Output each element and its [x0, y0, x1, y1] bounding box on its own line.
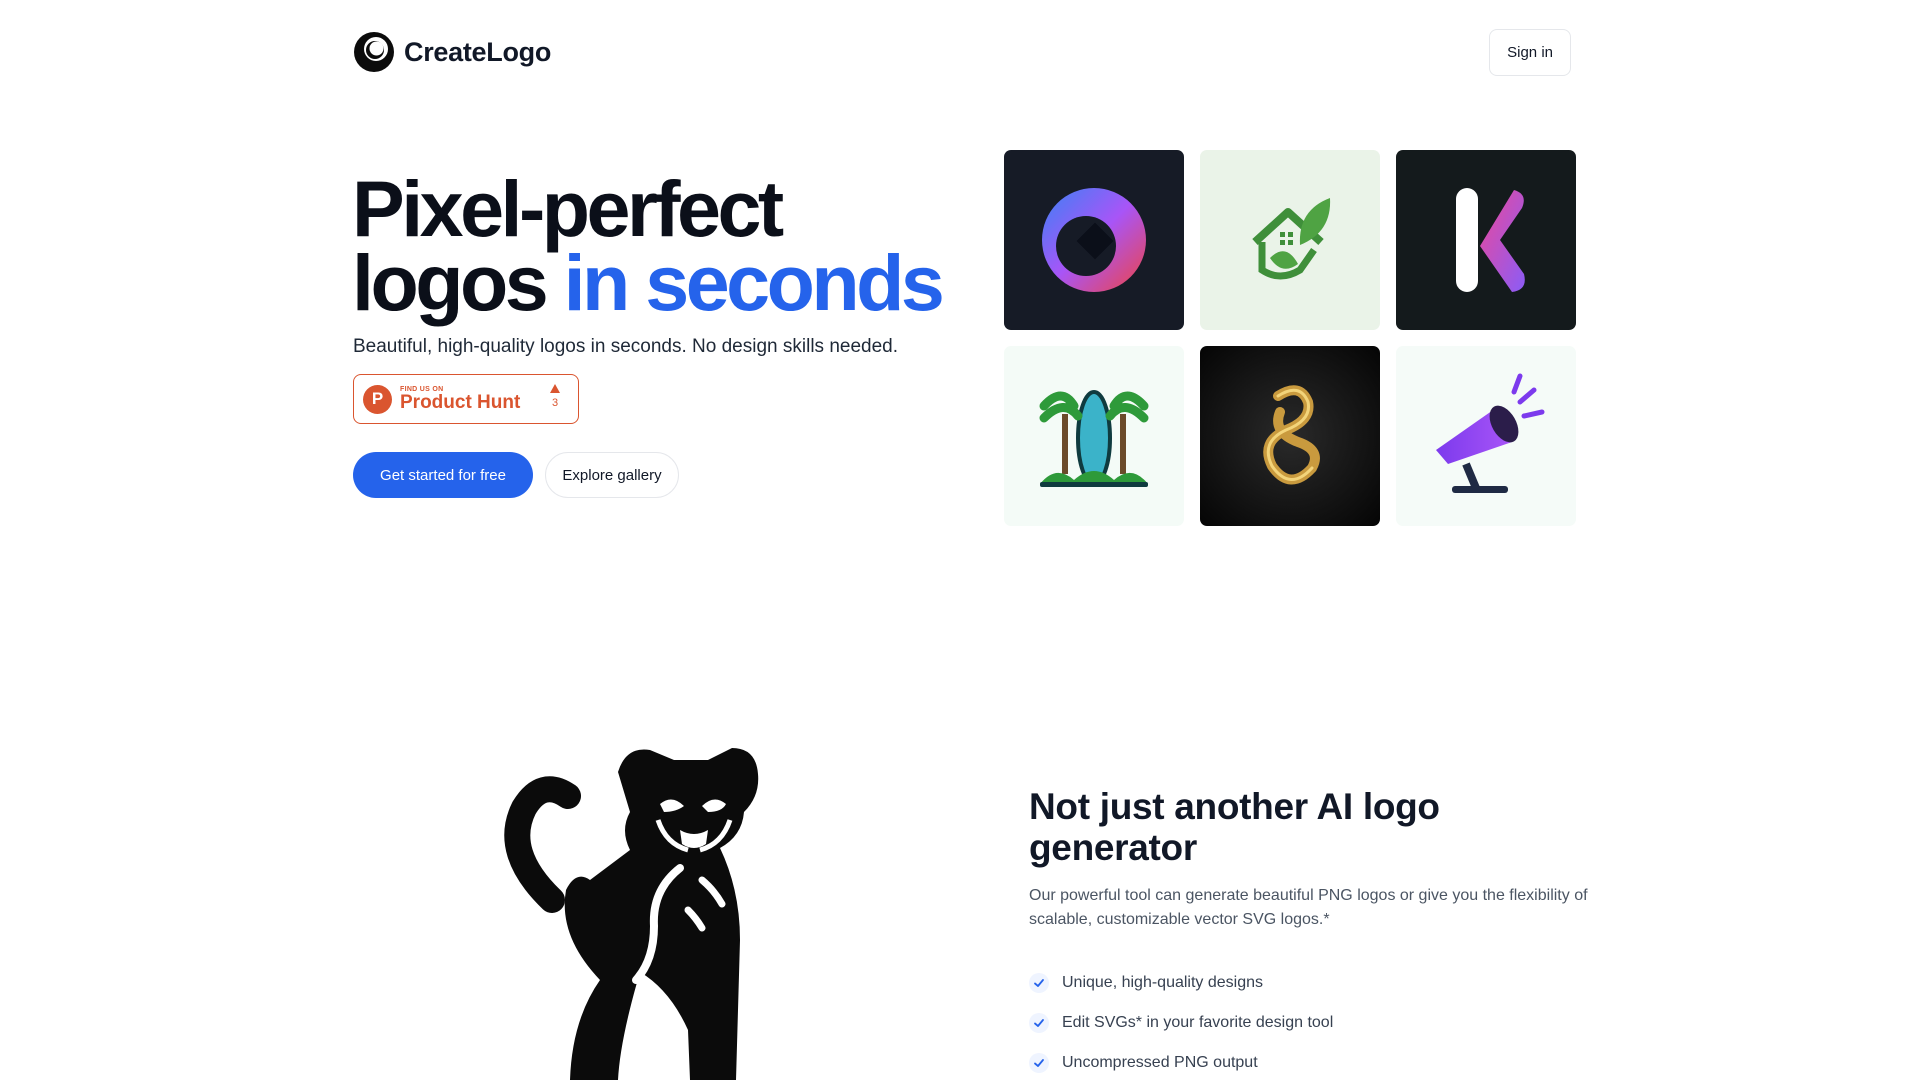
product-hunt-badge[interactable]: P FIND US ON Product Hunt 3	[353, 374, 579, 424]
hero-title-line2: logos	[352, 238, 564, 327]
upvote-arrow-icon	[550, 384, 560, 393]
features-title: Not just another AI logo generator	[1029, 786, 1440, 868]
brand-name: CreateLogo	[404, 36, 552, 67]
sign-in-button[interactable]: Sign in	[1489, 28, 1571, 76]
product-hunt-votes: 3	[550, 384, 560, 409]
hero-title-accent: in seconds	[563, 238, 945, 327]
hero-title: Pixel-perfect logos in seconds	[352, 169, 945, 322]
panther-illustration	[504, 748, 759, 1080]
get-started-button[interactable]: Get started for free	[353, 452, 533, 498]
gallery-tile-orbit	[1004, 150, 1184, 330]
feature-text: Unique, high-quality designs	[1062, 974, 1264, 991]
gallery-tile-leaf-house	[1200, 150, 1380, 330]
product-hunt-icon: P	[363, 384, 392, 414]
hero-subtitle: Beautiful, high-quality logos in seconds…	[353, 336, 898, 357]
list-item: Edit SVGs* in your favorite design tool	[1029, 1003, 1333, 1043]
palm-surfboard-logo-icon	[1004, 346, 1184, 526]
megaphone-logo-icon	[1396, 346, 1576, 526]
list-item: Unique, high-quality designs	[1029, 963, 1333, 1003]
check-icon	[1029, 1053, 1049, 1073]
vote-count: 3	[551, 397, 559, 409]
orbit-logo-icon	[1004, 150, 1184, 330]
logo-gallery	[1004, 150, 1576, 526]
features-list: Unique, high-quality designs Edit SVGs* …	[1029, 963, 1333, 1080]
explore-gallery-button[interactable]: Explore gallery	[545, 452, 679, 498]
check-icon	[1029, 973, 1049, 993]
list-item: Uncompressed PNG output	[1029, 1043, 1333, 1080]
site-header: CreateLogo Sign in	[353, 28, 1571, 76]
brand-link[interactable]: CreateLogo	[353, 31, 551, 73]
gallery-tile-megaphone	[1396, 346, 1576, 526]
feature-text: Uncompressed PNG output	[1062, 1054, 1258, 1071]
feature-text: Edit SVGs* in your favorite design tool	[1062, 1014, 1334, 1031]
gallery-tile-letter-k	[1396, 150, 1576, 330]
gallery-tile-gold-snake	[1200, 346, 1380, 526]
gallery-tile-palm-surfboard	[1004, 346, 1184, 526]
product-hunt-name: Product Hunt	[400, 391, 521, 413]
leaf-house-logo-icon	[1200, 150, 1380, 330]
letter-k-logo-icon	[1396, 150, 1576, 330]
product-hunt-text: FIND US ON Product Hunt	[400, 386, 520, 413]
check-icon	[1029, 1013, 1049, 1033]
gold-snake-logo-icon	[1200, 346, 1380, 526]
createlogo-logo-icon	[354, 32, 394, 72]
features-description: Our powerful tool can generate beautiful…	[1029, 887, 1588, 928]
